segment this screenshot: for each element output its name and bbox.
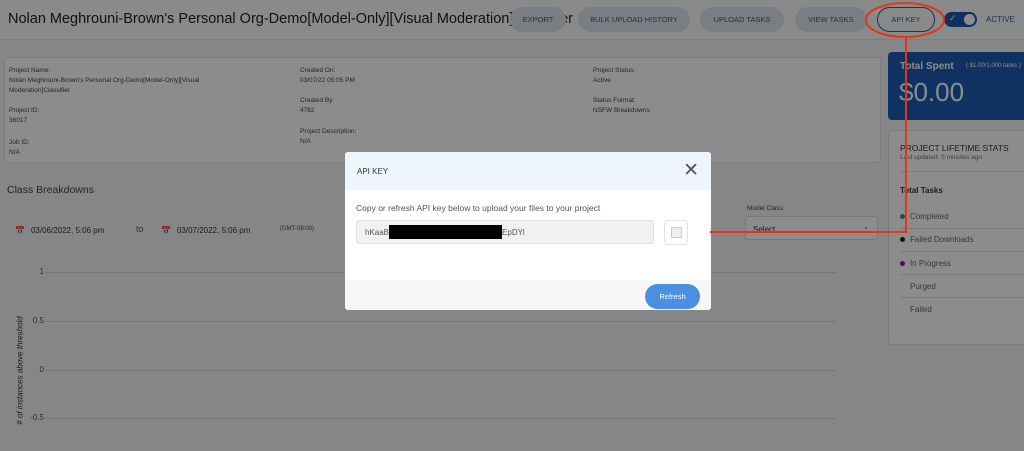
annotation [710,2,945,233]
highlight-ellipse [865,2,945,38]
pointer-line [710,38,907,233]
